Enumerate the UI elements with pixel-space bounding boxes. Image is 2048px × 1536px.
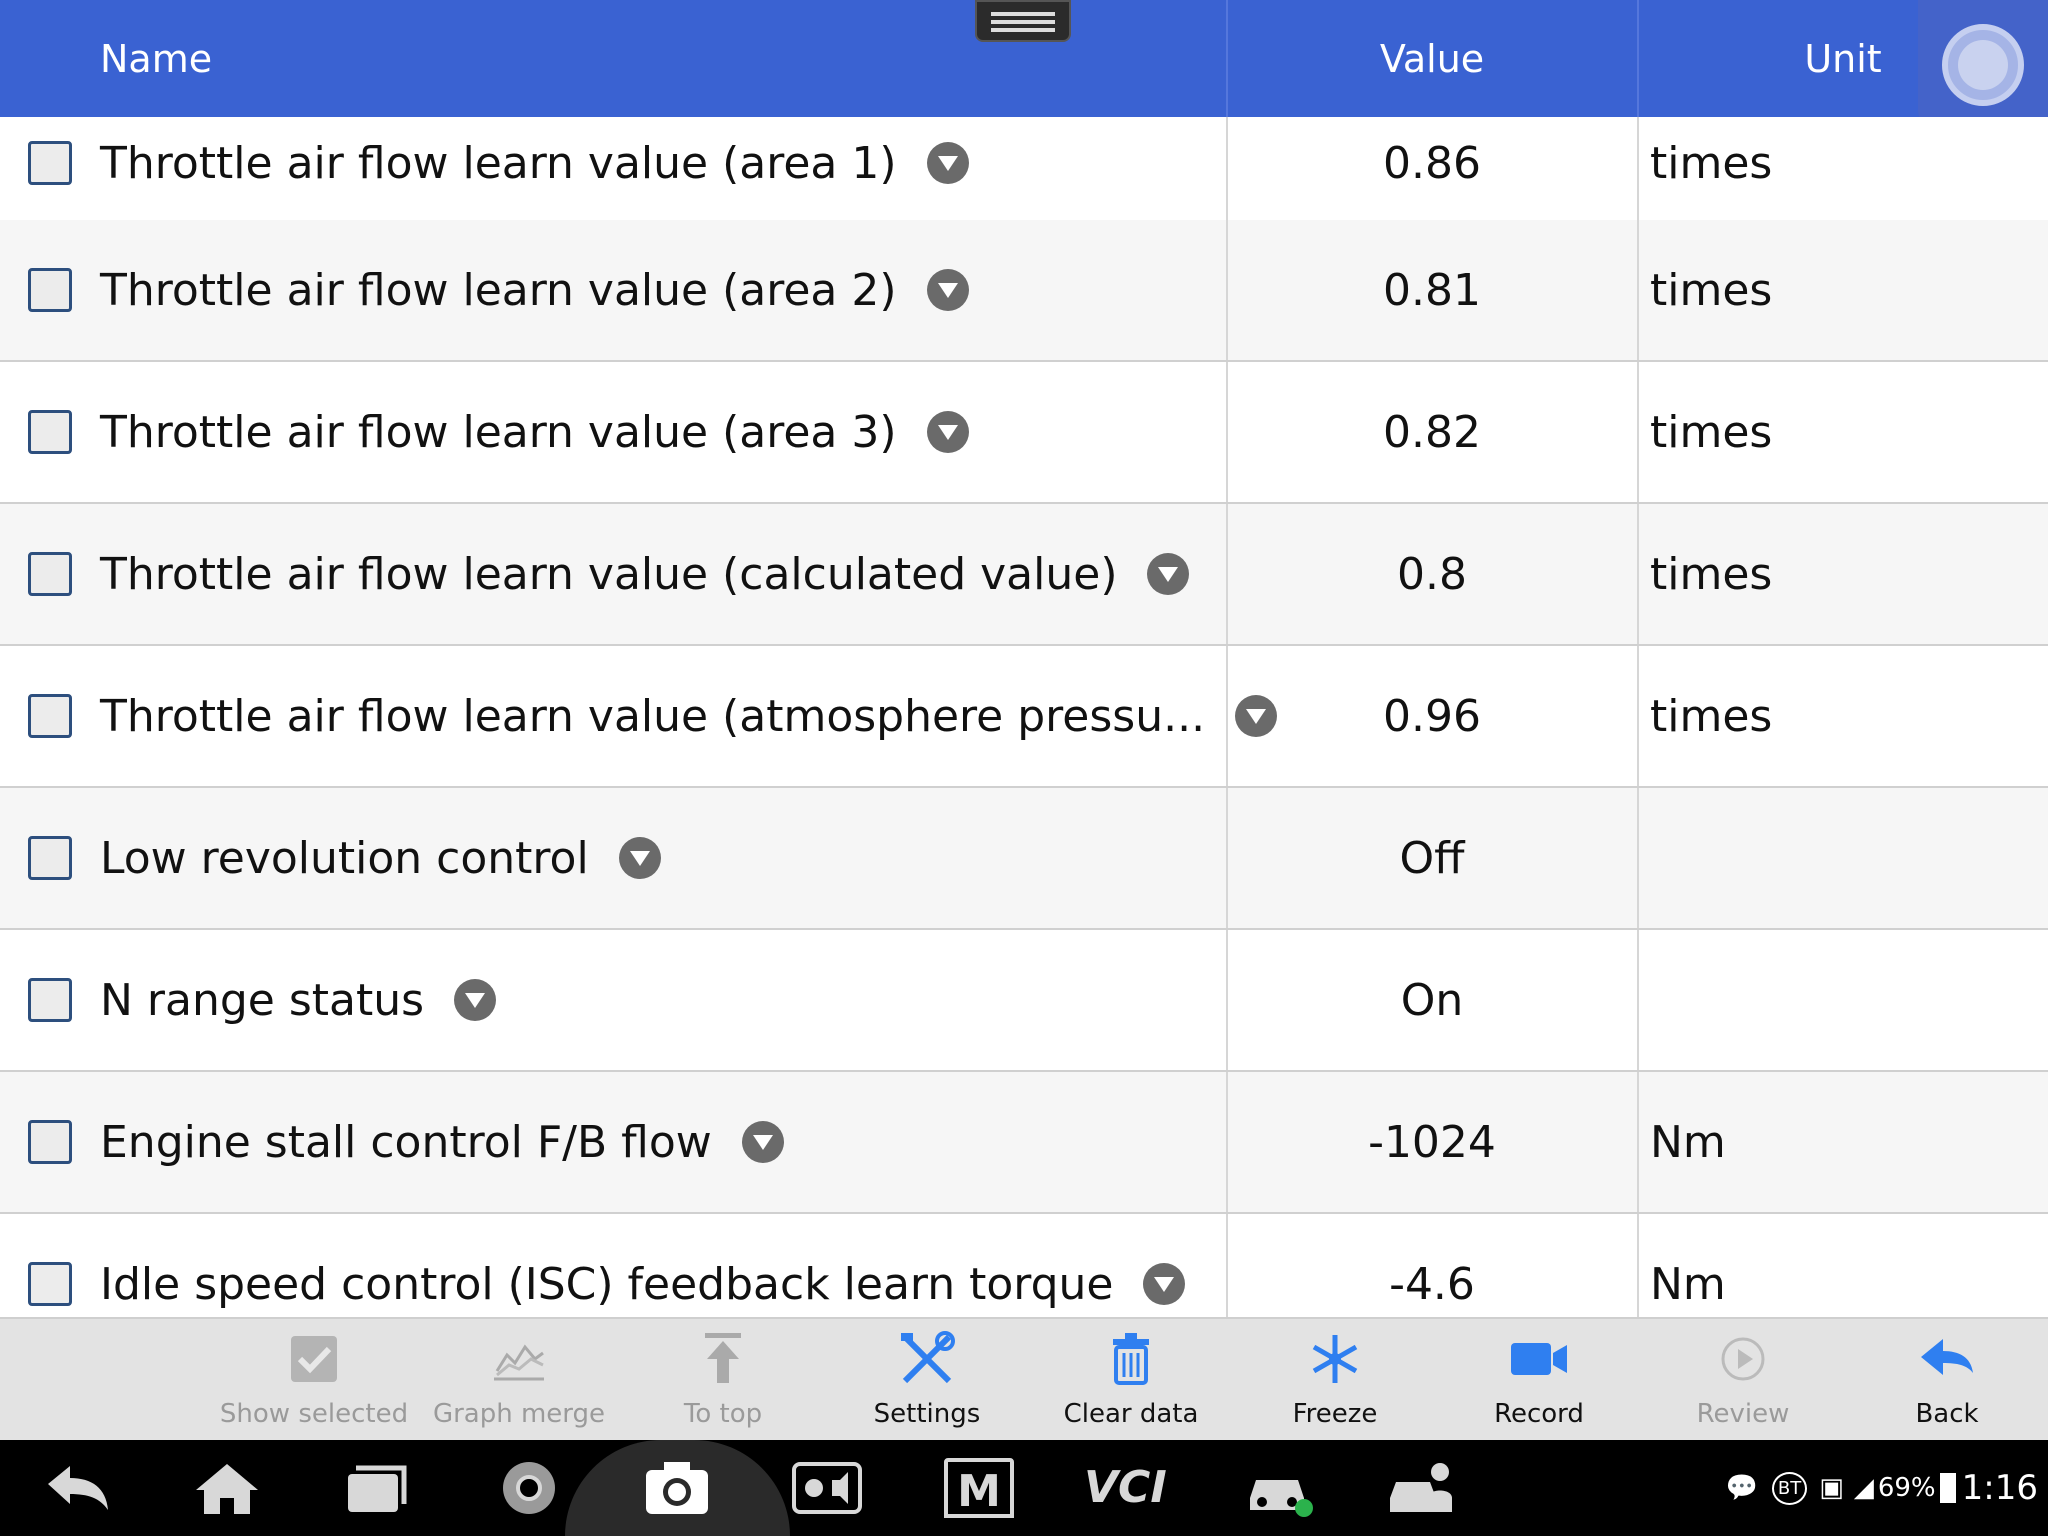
record-button[interactable]: Record (1437, 1319, 1641, 1442)
table-row: Throttle air flow learn value (area 2) 0… (0, 220, 2048, 362)
dropdown-arrow-icon[interactable] (454, 979, 497, 1021)
parameter-name: Throttle air flow learn value (area 3) (100, 362, 969, 502)
parameter-value: -4.6 (1389, 1258, 1475, 1310)
parameter-unit: Nm (1650, 1258, 1726, 1310)
battery-percent: 69% (1877, 1473, 1936, 1503)
browser-icon[interactable] (494, 1458, 564, 1518)
dropdown-arrow-icon[interactable] (618, 837, 661, 879)
table-row: Throttle air flow learn value (area 1) 0… (0, 117, 2048, 235)
row-checkbox[interactable] (28, 141, 72, 185)
checkbox-check-icon (291, 1336, 337, 1382)
row-checkbox[interactable] (28, 836, 72, 880)
brightness-volume-icon[interactable] (792, 1458, 862, 1518)
graph-merge-button[interactable]: Graph merge (417, 1319, 621, 1442)
parameter-value: 0.81 (1383, 264, 1481, 316)
parameter-value: 0.86 (1383, 137, 1481, 189)
clear-data-button[interactable]: Clear data (1029, 1319, 1233, 1442)
parameter-name: N range status (100, 930, 497, 1070)
parameter-unit: times (1650, 264, 1773, 316)
dropdown-arrow-icon[interactable] (741, 1121, 784, 1163)
settings-button[interactable]: Settings (825, 1319, 1029, 1442)
parameter-name: Throttle air flow learn value (atmospher… (100, 646, 1278, 786)
drag-handle[interactable] (975, 0, 1071, 42)
chat-icon: 💬 (1725, 1473, 1758, 1503)
network-off-icon: ▣ (1819, 1473, 1844, 1503)
dropdown-arrow-icon[interactable] (926, 269, 969, 311)
parameter-unit: Nm (1650, 1116, 1726, 1168)
dropdown-arrow-icon[interactable] (926, 142, 969, 184)
table-row: Throttle air flow learn value (calculate… (0, 504, 2048, 646)
parameter-name: Throttle air flow learn value (area 2) (100, 220, 969, 360)
play-circle-icon (1721, 1337, 1765, 1381)
row-checkbox[interactable] (28, 552, 72, 596)
bluetooth-badge: BT (1771, 1471, 1808, 1505)
parameter-value: Off (1399, 832, 1465, 884)
freeze-button[interactable]: Freeze (1233, 1319, 1437, 1442)
parameter-value: -1024 (1368, 1116, 1496, 1168)
table-row: Idle speed control (ISC) feedback learn … (0, 1214, 2048, 1317)
to-top-button[interactable]: To top (621, 1319, 825, 1442)
row-checkbox[interactable] (28, 1262, 72, 1306)
video-camera-icon (1511, 1343, 1567, 1375)
dropdown-arrow-icon[interactable] (926, 411, 969, 453)
bottom-toolbar: Show selected Graph merge To top Setting… (0, 1317, 2048, 1440)
dropdown-arrow-icon[interactable] (1143, 1263, 1186, 1305)
parameter-name: Idle speed control (ISC) feedback learn … (100, 1214, 1186, 1317)
car-check-icon[interactable] (1244, 1458, 1314, 1518)
column-header-name: Name (100, 36, 213, 81)
data-stream-list[interactable]: Throttle air flow learn value (area 1) 0… (0, 117, 2048, 1317)
row-checkbox[interactable] (28, 1120, 72, 1164)
row-checkbox[interactable] (28, 268, 72, 312)
parameter-name: Throttle air flow learn value (area 1) (100, 117, 969, 233)
row-checkbox[interactable] (28, 410, 72, 454)
parameter-value: 0.96 (1383, 690, 1481, 742)
wrench-screwdriver-icon (901, 1331, 955, 1384)
remote-expert-icon[interactable] (1386, 1458, 1456, 1518)
trash-icon (1113, 1333, 1149, 1385)
battery-icon (1939, 1473, 1956, 1503)
row-checkbox[interactable] (28, 694, 72, 738)
parameter-unit: times (1650, 548, 1773, 600)
column-header-value: Value (1379, 36, 1485, 81)
parameter-unit: times (1650, 406, 1773, 458)
graph-icon (494, 1344, 544, 1381)
parameter-value: On (1400, 974, 1464, 1026)
back-button[interactable]: Back (1845, 1319, 2048, 1442)
floating-assist-button[interactable] (1918, 0, 2048, 128)
recent-apps-icon[interactable] (342, 1458, 412, 1518)
parameter-value: 0.82 (1383, 406, 1481, 458)
parameter-name: Throttle air flow learn value (calculate… (100, 504, 1190, 644)
show-selected-button[interactable]: Show selected (212, 1319, 416, 1442)
dropdown-arrow-icon[interactable] (1147, 553, 1190, 595)
maxifix-app-icon[interactable]: M (944, 1458, 1014, 1518)
row-checkbox[interactable] (28, 978, 72, 1022)
system-back-icon[interactable] (44, 1458, 114, 1518)
table-row: Throttle air flow learn value (area 3) 0… (0, 362, 2048, 504)
back-arrow-icon (1921, 1339, 1973, 1375)
table-row: Throttle air flow learn value (atmospher… (0, 646, 2048, 788)
parameter-unit: times (1650, 137, 1773, 189)
parameter-value: 0.8 (1397, 548, 1467, 600)
snowflake-icon (1312, 1335, 1358, 1383)
arrow-up-icon (705, 1333, 741, 1383)
wifi-icon: ◢ (1853, 1473, 1874, 1503)
parameter-unit: times (1650, 690, 1773, 742)
table-row: Engine stall control F/B flow -1024 Nm (0, 1072, 2048, 1214)
parameter-name: Engine stall control F/B flow (100, 1072, 784, 1212)
camera-icon[interactable] (642, 1458, 712, 1518)
table-row: N range status On (0, 930, 2048, 1072)
vci-status-icon[interactable]: VCI (1084, 1458, 1184, 1518)
clock: 1:16 (1961, 1468, 2038, 1508)
status-bar: 💬 BT ▣ ◢ 69% 1:16 (1726, 1440, 2038, 1536)
table-row: Low revolution control Off (0, 788, 2048, 930)
home-icon[interactable] (192, 1458, 262, 1518)
parameter-name: Low revolution control (100, 788, 661, 928)
review-button[interactable]: Review (1641, 1319, 1845, 1442)
